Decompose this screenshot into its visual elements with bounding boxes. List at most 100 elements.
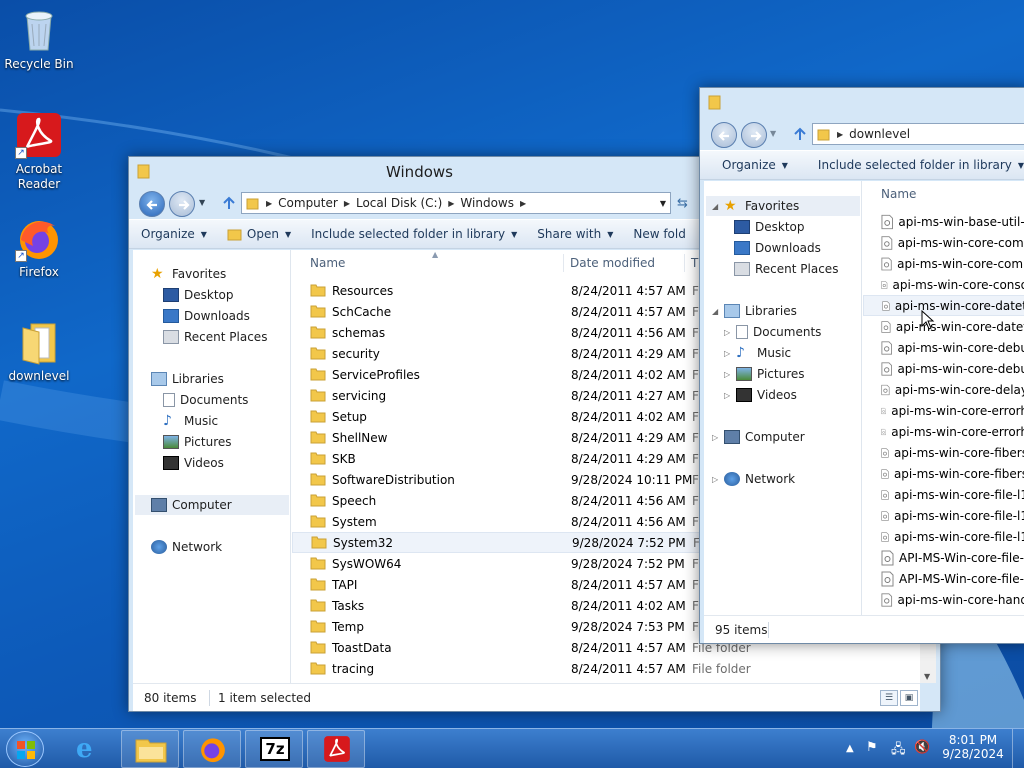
recent-pages-dropdown-icon[interactable]: ▼ [770, 129, 776, 138]
forward-button[interactable] [169, 191, 195, 217]
clock[interactable]: 8:01 PM 9/28/2024 [940, 733, 1006, 761]
nav-documents[interactable]: ▷ Documents [724, 322, 821, 342]
table-row[interactable]: api-ms-win-core-fibers [863, 442, 1024, 463]
column-header-date[interactable]: Date modified [570, 250, 685, 276]
up-arrow-icon[interactable] [221, 195, 237, 211]
nav-pictures[interactable]: ▷ Pictures [724, 364, 805, 384]
file-name: api-ms-win-base-util-l [898, 214, 1024, 229]
nav-libraries[interactable]: Libraries [151, 369, 224, 389]
file-type: F [692, 556, 699, 571]
taskbar-file-explorer[interactable] [121, 730, 179, 768]
nav-computer[interactable]: ▷ Computer [712, 427, 805, 447]
table-row[interactable]: API-MS-Win-core-file-l [863, 547, 1024, 568]
scroll-down-icon[interactable]: ▼ [924, 672, 930, 681]
breadcrumb-windows[interactable]: Windows [456, 196, 518, 210]
nav-desktop[interactable]: Desktop [734, 217, 805, 237]
nav-recent-places[interactable]: Recent Places [734, 259, 838, 279]
table-row[interactable]: api-ms-win-core-file-l1 [863, 484, 1024, 505]
dropdown-arrow-icon: ▼ [511, 229, 518, 239]
nav-documents[interactable]: Documents [163, 390, 248, 410]
address-bar[interactable]: ▶ Computer ▶ Local Disk (C:) ▶ Windows ▶… [241, 192, 671, 214]
desktop-icon-recycle-bin[interactable]: Recycle Bin [3, 6, 75, 72]
show-hidden-icons-icon[interactable]: ▲ [846, 743, 854, 754]
expand-arrow-icon: ▷ [724, 348, 731, 358]
table-row[interactable]: api-ms-win-core-hand [863, 589, 1024, 610]
file-name: api-ms-win-core-comr [897, 256, 1024, 271]
breadcrumb-local-disk[interactable]: Local Disk (C:) [352, 196, 446, 210]
table-row[interactable]: api-ms-win-core-fibers [863, 463, 1024, 484]
column-header-name[interactable]: Name [881, 181, 1021, 207]
nav-pictures[interactable]: Pictures [163, 432, 232, 452]
address-bar[interactable]: ▶ downlevel [812, 123, 1024, 145]
breadcrumb-downlevel[interactable]: downlevel [845, 127, 914, 141]
table-row[interactable]: api-ms-win-base-util-l [863, 211, 1024, 232]
file-date: 9/28/2024 10:11 PM [571, 472, 693, 487]
new-folder-button[interactable]: New fold [623, 227, 696, 241]
table-row[interactable]: api-ms-win-core-datet [863, 316, 1024, 337]
nav-music[interactable]: ♪ Music [163, 411, 218, 431]
forward-button[interactable] [741, 122, 767, 148]
table-row[interactable]: api-ms-win-core-comr [863, 253, 1024, 274]
table-row[interactable]: api-ms-win-core-file-l1 [863, 505, 1024, 526]
desktop-icon-firefox[interactable]: ↗ Firefox [3, 214, 75, 280]
organize-button[interactable]: Organize ▼ [700, 158, 798, 172]
organize-button[interactable]: Organize ▼ [129, 227, 217, 241]
music-icon: ♪ [736, 345, 745, 361]
nav-music[interactable]: ▷ ♪ Music [724, 343, 791, 363]
nav-videos[interactable]: Videos [163, 453, 224, 473]
preview-pane-icon[interactable]: ▣ [900, 690, 918, 706]
details-view-icon[interactable]: ☰ [880, 690, 898, 706]
table-row[interactable]: api-ms-win-core-datet [863, 295, 1024, 316]
address-dropdown-icon[interactable]: ▼ [660, 199, 666, 208]
show-desktop-button[interactable] [1012, 729, 1024, 768]
desktop-icon-downlevel[interactable]: downlevel [3, 318, 75, 384]
table-row[interactable]: api-ms-win-core-errorh [863, 421, 1024, 442]
table-row[interactable]: API-MS-Win-core-file-l [863, 568, 1024, 589]
nav-downloads[interactable]: Downloads [163, 306, 250, 326]
desktop-icon-acrobat-reader[interactable]: ↗ Acrobat Reader [3, 111, 75, 192]
file-type: F [692, 325, 699, 340]
breadcrumb-computer[interactable]: Computer [274, 196, 342, 210]
table-row[interactable]: api-ms-win-core-debu [863, 358, 1024, 379]
refresh-icon[interactable]: ⇆ [677, 196, 688, 211]
include-in-library-button[interactable]: Include selected folder in library ▼ [798, 158, 1024, 172]
nav-downloads[interactable]: Downloads [734, 238, 821, 258]
nav-network[interactable]: ▷ Network [712, 469, 795, 489]
nav-recent-places[interactable]: Recent Places [163, 327, 267, 347]
file-name: System32 [333, 535, 394, 550]
taskbar-acrobat-reader[interactable] [307, 730, 365, 768]
nav-favorites[interactable]: ◢ ★ Favorites [706, 196, 860, 216]
include-in-library-button[interactable]: Include selected folder in library ▼ [301, 227, 527, 241]
table-row[interactable]: api-ms-win-core-com- [863, 232, 1024, 253]
recent-pages-dropdown-icon[interactable]: ▼ [199, 198, 205, 207]
table-row[interactable]: api-ms-win-core-conso [863, 274, 1024, 295]
table-row[interactable]: api-ms-win-core-errorh [863, 400, 1024, 421]
volume-muted-icon[interactable]: 🔇 [914, 740, 930, 755]
window-titlebar[interactable] [700, 88, 1024, 118]
taskbar-internet-explorer[interactable]: e [62, 730, 118, 768]
nav-computer[interactable]: Computer [135, 495, 289, 515]
nav-favorites[interactable]: ★ Favorites [151, 264, 226, 284]
desktop-icon-label: Recycle Bin [4, 57, 74, 71]
file-date: 8/24/2011 4:57 AM [571, 304, 686, 319]
back-button[interactable] [711, 122, 737, 148]
up-arrow-icon[interactable] [792, 126, 808, 142]
back-button[interactable] [139, 191, 165, 217]
share-with-button[interactable]: Share with ▼ [527, 227, 623, 241]
network-tray-icon[interactable]: 🖧 [891, 740, 906, 762]
table-row[interactable]: api-ms-win-core-delay [863, 379, 1024, 400]
start-button[interactable] [6, 731, 44, 767]
table-row[interactable]: api-ms-win-core-file-l1 [863, 526, 1024, 547]
open-button[interactable]: Open ▼ [217, 227, 301, 241]
taskbar-firefox[interactable] [183, 730, 241, 768]
taskbar-7zip[interactable]: 7z [245, 730, 303, 768]
action-center-flag-icon[interactable]: ⚑ [866, 740, 878, 755]
nav-label: Pictures [184, 435, 232, 449]
table-row[interactable]: tracing 8/24/2011 4:57 AM File folder [292, 658, 920, 679]
nav-libraries[interactable]: ◢ Libraries [712, 301, 797, 321]
table-row[interactable]: api-ms-win-core-debu [863, 337, 1024, 358]
nav-desktop[interactable]: Desktop [163, 285, 234, 305]
nav-videos[interactable]: ▷ Videos [724, 385, 797, 405]
breadcrumb-separator-icon: ▶ [520, 198, 527, 208]
nav-network[interactable]: Network [151, 537, 222, 557]
